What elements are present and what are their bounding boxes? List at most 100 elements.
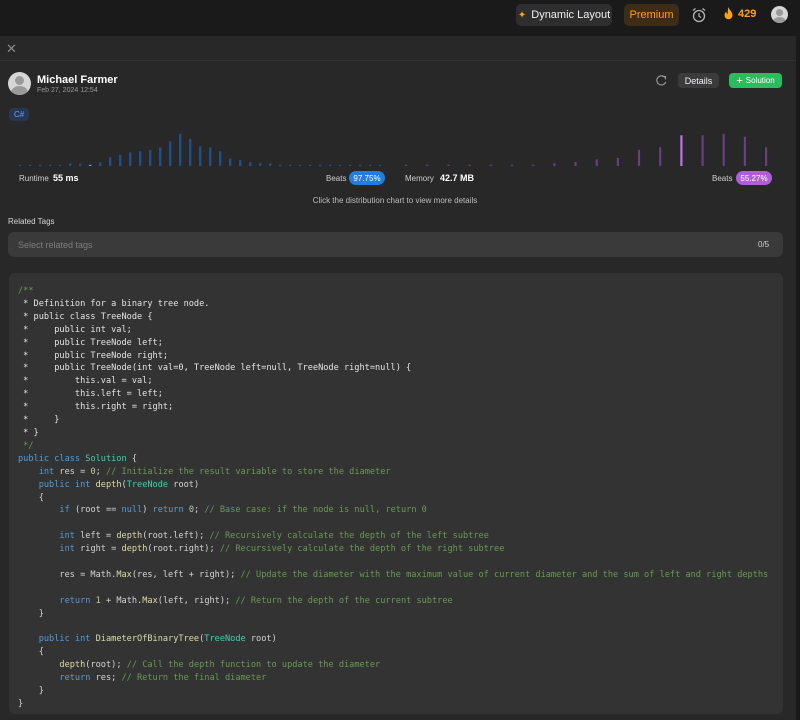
code-token: (left, right); xyxy=(157,595,236,606)
share-icon[interactable] xyxy=(655,75,667,87)
runtime-bar[interactable] xyxy=(189,138,192,166)
memory-bar-current[interactable] xyxy=(680,135,683,166)
memory-bar[interactable] xyxy=(701,135,704,166)
code-token: left = xyxy=(74,531,117,542)
premium-button[interactable]: Premium xyxy=(624,4,679,26)
user-avatar[interactable] xyxy=(771,6,788,23)
memory-bar[interactable] xyxy=(510,164,514,166)
runtime-bar[interactable] xyxy=(349,164,352,166)
runtime-bar[interactable] xyxy=(249,162,252,166)
runtime-bar[interactable] xyxy=(299,164,302,166)
code-token: res = Math. xyxy=(18,569,117,580)
runtime-bar[interactable] xyxy=(159,147,162,167)
memory-bar[interactable] xyxy=(553,163,556,166)
code-token: ) xyxy=(142,505,153,516)
author-name[interactable]: Michael Farmer xyxy=(37,74,118,86)
memory-bar[interactable] xyxy=(532,164,535,166)
runtime-bar[interactable] xyxy=(169,141,172,166)
code-block[interactable]: /** * Definition for a binary tree node.… xyxy=(9,273,783,714)
runtime-bar[interactable] xyxy=(229,158,232,166)
code-token: right = xyxy=(74,544,122,555)
code-token: int xyxy=(38,466,55,477)
post-date: Feb 27, 2024 12:54 xyxy=(37,87,98,94)
memory-bar[interactable] xyxy=(595,159,598,166)
runtime-bar[interactable] xyxy=(179,134,182,166)
runtime-bar[interactable] xyxy=(319,164,322,166)
runtime-bar[interactable] xyxy=(209,147,212,167)
related-tags-title: Related Tags xyxy=(8,217,55,226)
runtime-bar[interactable] xyxy=(109,157,112,166)
runtime-bar[interactable] xyxy=(339,164,342,166)
code-token: TreeNode xyxy=(126,479,169,490)
runtime-bar[interactable] xyxy=(359,164,362,166)
runtime-bar[interactable] xyxy=(149,150,152,166)
distribution-chart[interactable] xyxy=(8,131,784,167)
memory-bar[interactable] xyxy=(574,162,577,166)
memory-bar[interactable] xyxy=(468,164,471,166)
runtime-bar[interactable] xyxy=(309,164,312,166)
runtime-bar-current[interactable] xyxy=(89,164,92,166)
runtime-bar[interactable] xyxy=(379,164,382,166)
code-token: root) xyxy=(168,479,200,490)
memory-bar[interactable] xyxy=(637,150,641,166)
memory-bar[interactable] xyxy=(447,164,450,166)
runtime-bar[interactable] xyxy=(59,164,62,166)
dynamic-layout-button[interactable]: ✦ Dynamic Layout xyxy=(516,4,612,26)
runtime-bar[interactable] xyxy=(119,154,122,166)
runtime-value: 55 ms xyxy=(53,173,79,183)
runtime-bar[interactable] xyxy=(39,164,42,166)
memory-bar[interactable] xyxy=(405,164,408,166)
memory-bar[interactable] xyxy=(426,164,429,166)
runtime-bar[interactable] xyxy=(329,164,332,166)
runtime-bar[interactable] xyxy=(289,164,292,166)
runtime-bar[interactable] xyxy=(139,151,142,166)
memory-bar[interactable] xyxy=(616,158,619,166)
code-text: /** * Definition for a binary tree node.… xyxy=(18,285,768,711)
code-token: Max xyxy=(116,569,132,580)
runtime-bar[interactable] xyxy=(79,163,82,167)
runtime-bar[interactable] xyxy=(69,163,72,167)
code-token: { xyxy=(126,453,138,464)
details-button[interactable]: Details xyxy=(678,73,719,88)
solution-button[interactable]: + Solution xyxy=(729,73,782,88)
code-token: (res, left + right); xyxy=(131,569,241,580)
code-token: Solution xyxy=(85,453,127,464)
language-badge[interactable]: C# xyxy=(9,108,30,121)
streak-counter[interactable]: 429 xyxy=(723,7,756,20)
runtime-bar[interactable] xyxy=(259,163,262,167)
close-icon[interactable]: ✕ xyxy=(6,41,17,57)
runtime-bar[interactable] xyxy=(239,159,242,166)
code-token: res = xyxy=(54,466,91,477)
code-token: // Recursively calculate the depth of th… xyxy=(219,544,505,555)
code-token: Max xyxy=(142,595,158,606)
runtime-bar[interactable] xyxy=(49,164,52,166)
runtime-bar[interactable] xyxy=(129,152,132,167)
code-token: depth xyxy=(116,531,143,542)
code-token: public class xyxy=(18,453,86,464)
code-token: * public TreeNode left; xyxy=(18,337,163,348)
code-token: (root == xyxy=(69,505,122,516)
code-token: public int xyxy=(38,479,96,490)
memory-bar[interactable] xyxy=(489,164,492,166)
code-token: * public int val; xyxy=(18,324,132,335)
author-avatar[interactable] xyxy=(8,72,31,95)
memory-bar[interactable] xyxy=(659,147,662,166)
runtime-bar[interactable] xyxy=(279,164,282,166)
runtime-bar[interactable] xyxy=(369,164,372,166)
runtime-bar[interactable] xyxy=(19,164,22,166)
runtime-beats-label: Beats xyxy=(326,174,347,183)
runtime-bar[interactable] xyxy=(29,164,32,166)
related-tags-input[interactable] xyxy=(8,232,783,257)
memory-bar[interactable] xyxy=(743,136,746,166)
runtime-bar[interactable] xyxy=(269,163,272,167)
code-token: depth xyxy=(59,660,86,671)
runtime-bar[interactable] xyxy=(199,146,202,166)
runtime-bar[interactable] xyxy=(99,162,102,166)
scrollbar[interactable] xyxy=(796,36,800,720)
memory-bar[interactable] xyxy=(765,147,768,166)
memory-bar[interactable] xyxy=(722,134,725,166)
runtime-bar[interactable] xyxy=(219,151,222,166)
alarm-clock-icon[interactable] xyxy=(691,7,707,23)
